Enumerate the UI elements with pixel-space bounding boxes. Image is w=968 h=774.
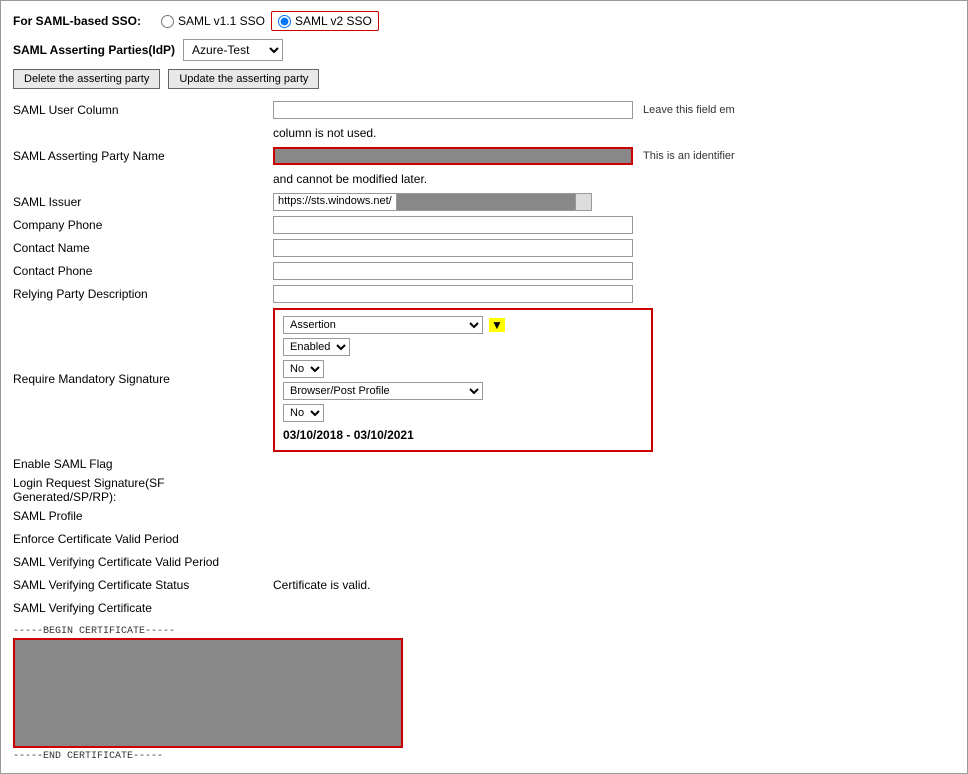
- contact-name-label: Contact Name: [13, 241, 273, 255]
- asserting-party-name-note2: and cannot be modified later.: [273, 172, 427, 186]
- contact-name-row: Contact Name: [13, 237, 955, 259]
- sso-label: For SAML-based SSO:: [13, 14, 141, 28]
- contact-phone-label: Contact Phone: [13, 264, 273, 278]
- assertion-select[interactable]: Assertion: [283, 316, 483, 334]
- no1-row: No: [283, 360, 643, 378]
- issuer-suffix-input[interactable]: [396, 193, 576, 211]
- asserting-party-name-note-row: and cannot be modified later.: [13, 168, 955, 190]
- button-row: Delete the asserting party Update the as…: [13, 69, 955, 89]
- cert-header-text: -----BEGIN CERTIFICATE-----: [13, 625, 955, 638]
- saml-verifying-cert-status-row: SAML Verifying Certificate Status Certif…: [13, 574, 955, 596]
- asserting-party-name-input[interactable]: [273, 147, 633, 165]
- main-content: SAML User Column Leave this field em col…: [13, 99, 955, 763]
- company-phone-input[interactable]: [273, 216, 633, 234]
- no2-row: No: [283, 404, 643, 422]
- company-phone-row: Company Phone: [13, 214, 955, 236]
- asserting-party-name-value: This is an identifier: [273, 147, 955, 165]
- company-phone-label: Company Phone: [13, 218, 273, 232]
- login-request-label: Login Request Signature(SF Generated/SP/…: [13, 476, 273, 504]
- asserting-party-name-note: This is an identifier: [643, 150, 735, 162]
- issuer-label: SAML Issuer: [13, 195, 273, 209]
- user-column-value: Leave this field em: [273, 101, 955, 119]
- no2-select[interactable]: No: [283, 404, 324, 422]
- saml-v2-label: SAML v2 SSO: [295, 14, 372, 28]
- saml-verifying-cert-valid-row: SAML Verifying Certificate Valid Period: [13, 551, 955, 573]
- company-phone-value: [273, 216, 955, 234]
- login-request-row: Login Request Signature(SF Generated/SP/…: [13, 476, 955, 504]
- saml-v2-option[interactable]: SAML v2 SSO: [271, 11, 379, 31]
- saml-v1-option[interactable]: SAML v1.1 SSO: [161, 14, 265, 28]
- contact-name-value: [273, 239, 955, 257]
- content-layout: SAML User Column Leave this field em col…: [13, 99, 955, 763]
- issuer-end-btn[interactable]: [576, 193, 592, 211]
- asserting-parties-row: SAML Asserting Parties(IdP) Azure-Test: [13, 39, 955, 61]
- saml-profile-row: SAML Profile: [13, 505, 955, 527]
- cert-date-range: 03/10/2018 - 03/10/2021: [283, 426, 643, 444]
- saml-verifying-cert-label: SAML Verifying Certificate: [13, 601, 273, 615]
- relying-party-label: Relying Party Description: [13, 287, 273, 301]
- no1-select[interactable]: No: [283, 360, 324, 378]
- contact-phone-input[interactable]: [273, 262, 633, 280]
- contact-phone-row: Contact Phone: [13, 260, 955, 282]
- saml-v2-radio[interactable]: [278, 15, 291, 28]
- enabled-select[interactable]: Enabled: [283, 338, 350, 356]
- browser-post-select[interactable]: Browser/Post Profile: [283, 382, 483, 400]
- cert-footer-text: -----END CERTIFICATE-----: [13, 750, 955, 763]
- enable-saml-label: Enable SAML Flag: [13, 457, 273, 471]
- asserting-parties-label: SAML Asserting Parties(IdP): [13, 43, 175, 57]
- relying-party-input[interactable]: [273, 285, 633, 303]
- saml-verifying-cert-status-label: SAML Verifying Certificate Status: [13, 578, 273, 592]
- enforce-cert-row: Enforce Certificate Valid Period: [13, 528, 955, 550]
- user-column-label: SAML User Column: [13, 103, 273, 117]
- signature-dropdowns-section: Assertion ▼ Enabled: [273, 308, 653, 452]
- relying-party-value: [273, 285, 955, 303]
- enable-saml-row: Enable SAML Flag: [13, 453, 955, 475]
- sso-header: For SAML-based SSO: SAML v1.1 SSO SAML v…: [13, 11, 955, 31]
- user-column-note-row: column is not used.: [13, 122, 955, 144]
- contact-phone-value: [273, 262, 955, 280]
- require-mandatory-row: Require Mandatory Signature Assertion ▼: [13, 306, 955, 452]
- saml-v1-radio[interactable]: [161, 15, 174, 28]
- user-column-input[interactable]: [273, 101, 633, 119]
- user-column-row: SAML User Column Leave this field em: [13, 99, 955, 121]
- saml-v1-label: SAML v1.1 SSO: [178, 14, 265, 28]
- relying-party-row: Relying Party Description: [13, 283, 955, 305]
- radio-group: SAML v1.1 SSO SAML v2 SSO: [161, 11, 379, 31]
- issuer-row: SAML Issuer https://sts.windows.net/: [13, 191, 955, 213]
- asserting-party-name-row: SAML Asserting Party Name This is an ide…: [13, 145, 955, 167]
- issuer-value: https://sts.windows.net/: [273, 193, 955, 211]
- require-mandatory-value: Assertion ▼ Enabled: [273, 306, 955, 452]
- delete-asserting-party-button[interactable]: Delete the asserting party: [13, 69, 160, 89]
- issuer-prefix: https://sts.windows.net/: [273, 193, 396, 211]
- assertion-row: Assertion ▼: [283, 316, 643, 334]
- cert-section: -----BEGIN CERTIFICATE----- -----END CER…: [13, 625, 955, 763]
- cert-valid-text: Certificate is valid.: [273, 578, 370, 592]
- user-column-note: column is not used.: [273, 126, 376, 140]
- main-window: For SAML-based SSO: SAML v1.1 SSO SAML v…: [0, 0, 968, 774]
- cert-content-box: [13, 638, 403, 748]
- issuer-input-group: https://sts.windows.net/: [273, 193, 592, 211]
- saml-profile-label: SAML Profile: [13, 509, 273, 523]
- asserting-parties-select[interactable]: Azure-Test: [183, 39, 283, 61]
- asserting-party-name-label: SAML Asserting Party Name: [13, 149, 273, 163]
- browser-post-row: Browser/Post Profile: [283, 382, 643, 400]
- user-column-leave-note: Leave this field em: [643, 104, 735, 116]
- saml-verifying-cert-row: SAML Verifying Certificate: [13, 597, 955, 619]
- update-asserting-party-button[interactable]: Update the asserting party: [168, 69, 319, 89]
- enabled-row: Enabled: [283, 338, 643, 356]
- require-mandatory-label: Require Mandatory Signature: [13, 372, 273, 386]
- enforce-cert-label: Enforce Certificate Valid Period: [13, 532, 273, 546]
- assertion-highlight: ▼: [489, 318, 505, 332]
- saml-verifying-cert-valid-label: SAML Verifying Certificate Valid Period: [13, 555, 273, 569]
- contact-name-input[interactable]: [273, 239, 633, 257]
